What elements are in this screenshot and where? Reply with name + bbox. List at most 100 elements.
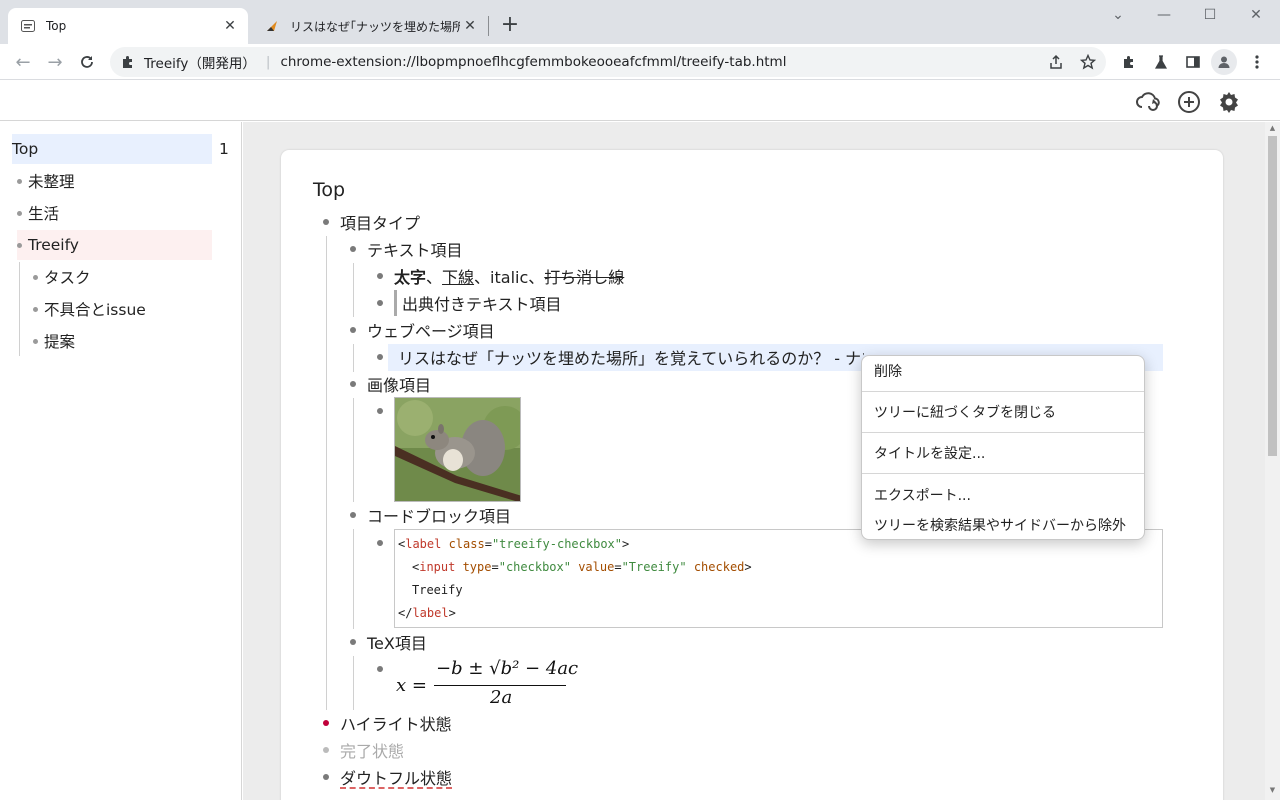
formatted-text-item[interactable]: 太字、下線 、italic、 打ち消し線 xyxy=(394,263,624,289)
tab-close-icon[interactable]: ✕ xyxy=(220,16,240,36)
sidebar-item-label: 生活 xyxy=(28,205,60,223)
browser-tabstrip: Top ✕ リスはなぜ｢ナッツを埋めた場所｣を覚 ✕ + ⌄ — ☐ ✕ xyxy=(0,0,1280,44)
bullet-icon xyxy=(17,242,22,248)
nazology-favicon-icon xyxy=(264,18,280,34)
bullet-icon[interactable] xyxy=(323,720,329,726)
bullet-icon[interactable] xyxy=(323,219,329,225)
extensions-puzzle-icon[interactable] xyxy=(1118,51,1140,73)
bullet-icon[interactable] xyxy=(350,639,356,645)
sidebar: Top 1 未整理 生活 Treeify タスク 不具合とissue 提案 xyxy=(0,122,242,800)
webpage-item[interactable]: ウェブページ項目 xyxy=(367,317,495,343)
highlight-state-item[interactable]: ハイライト状態 xyxy=(340,710,452,736)
code-string: "Treeify" xyxy=(621,560,687,574)
sidebar-item-issues[interactable]: 不具合とissue xyxy=(33,294,146,324)
italic-text: 、italic、 xyxy=(474,268,545,287)
scroll-down-icon[interactable]: ▼ xyxy=(1268,786,1277,796)
image-item[interactable]: 画像項目 xyxy=(367,371,431,397)
sidebar-item-proposals[interactable]: 提案 xyxy=(33,326,75,356)
sidebar-tree-line xyxy=(19,262,20,356)
tex-lhs: x = xyxy=(396,675,427,696)
cited-text-item[interactable]: 出典付きテキスト項目 xyxy=(394,290,562,316)
bullet-icon[interactable] xyxy=(377,540,383,546)
bullet-icon[interactable] xyxy=(323,774,329,780)
scroll-up-icon[interactable]: ▲ xyxy=(1268,124,1277,134)
bullet-icon[interactable] xyxy=(350,381,356,387)
tree-line xyxy=(353,398,354,502)
bookmark-star-icon[interactable] xyxy=(1078,52,1098,72)
reload-button[interactable] xyxy=(74,49,100,75)
settings-gear-icon[interactable] xyxy=(1216,89,1242,115)
bullet-icon[interactable] xyxy=(377,666,383,672)
tex-formula[interactable]: x = −b ± √b² − 4ac 2a xyxy=(396,658,578,710)
browser-toolbar: ← → Treeify（開発用） | chrome-extension://lb… xyxy=(0,44,1280,80)
sidebar-item-label: 不具合とissue xyxy=(44,301,146,319)
menu-item-close-tabs[interactable]: ツリーに紐づくタブを閉じる xyxy=(874,400,1056,424)
sidebar-item-life[interactable]: 生活 xyxy=(17,198,59,228)
menu-divider xyxy=(862,432,1144,433)
tree-line xyxy=(353,344,354,372)
tab-title: リスはなぜ｢ナッツを埋めた場所｣を覚 xyxy=(290,19,460,34)
sidebar-item-tasks[interactable]: タスク xyxy=(33,262,91,292)
forward-button[interactable]: → xyxy=(42,49,68,75)
share-icon[interactable] xyxy=(1046,52,1066,72)
labs-flask-icon[interactable] xyxy=(1150,51,1172,73)
browser-menu-icon[interactable] xyxy=(1246,51,1268,73)
tree-line xyxy=(353,656,354,710)
bold-text: 太字 xyxy=(394,268,427,287)
menu-item-set-title[interactable]: タイトルを設定... xyxy=(874,441,985,465)
close-window-button[interactable]: ✕ xyxy=(1233,4,1279,26)
code-tag: label xyxy=(405,537,442,551)
code-tag: label xyxy=(412,606,449,620)
menu-item-export[interactable]: エクスポート... xyxy=(874,483,971,507)
code-line: <input type="checkbox" value="Treeify" c… xyxy=(398,556,1162,579)
bullet-icon[interactable] xyxy=(350,512,356,518)
address-bar[interactable]: Treeify（開発用） | chrome-extension://lbopmp… xyxy=(110,47,1106,77)
code-punct: > xyxy=(622,537,630,551)
sidebar-item-treeify[interactable]: Treeify xyxy=(17,230,212,260)
code-attr: value xyxy=(570,560,615,574)
sidebar-item-label: Top xyxy=(12,140,39,158)
page-title[interactable]: Top xyxy=(313,176,345,204)
sidebar-item-unsorted[interactable]: 未整理 xyxy=(17,166,75,196)
squirrel-image[interactable] xyxy=(394,397,521,502)
bullet-icon[interactable] xyxy=(377,273,383,279)
add-circle-icon[interactable] xyxy=(1176,89,1202,115)
sidebar-item-count: 1 xyxy=(219,140,229,158)
code-block[interactable]: <label class="treeify-checkbox"> <input … xyxy=(394,529,1163,628)
maximize-button[interactable]: ☐ xyxy=(1187,4,1233,26)
codeblock-item[interactable]: コードブロック項目 xyxy=(367,502,511,528)
side-panel-icon[interactable] xyxy=(1182,51,1204,73)
bullet-icon xyxy=(17,178,22,184)
sidebar-item-top[interactable]: Top xyxy=(12,134,212,164)
new-tab-button[interactable]: + xyxy=(498,14,522,38)
bullet-icon[interactable] xyxy=(377,408,383,414)
tab-close-icon[interactable]: ✕ xyxy=(460,16,480,36)
item-types[interactable]: 項目タイプ xyxy=(340,209,420,235)
bullet-icon[interactable] xyxy=(323,747,329,753)
bullet-icon[interactable] xyxy=(377,300,383,306)
code-punct: > xyxy=(744,560,752,574)
webpage-title: リスはなぜ「ナッツを埋めた場所」を覚えていられるのか？ - ナゾロジ xyxy=(398,349,864,368)
bullet-icon[interactable] xyxy=(350,327,356,333)
tab-squirrel-article[interactable]: リスはなぜ｢ナッツを埋めた場所｣を覚 ✕ xyxy=(252,8,488,44)
tab-top[interactable]: Top ✕ xyxy=(8,8,248,44)
menu-item-delete[interactable]: 削除 xyxy=(874,359,902,383)
completed-state-item[interactable]: 完了状態 xyxy=(340,737,404,763)
doubtful-state-item[interactable]: ダウトフル状態 xyxy=(340,764,452,790)
sidebar-item-label: 提案 xyxy=(44,333,76,351)
bullet-icon[interactable] xyxy=(350,246,356,252)
text-item[interactable]: テキスト項目 xyxy=(367,236,463,262)
menu-item-exclude[interactable]: ツリーを検索結果やサイドバーから除外 xyxy=(874,513,1126,537)
tex-item[interactable]: TeX項目 xyxy=(367,629,427,655)
tab-search-icon[interactable]: ⌄ xyxy=(1095,4,1141,26)
webpage-link-item[interactable]: リスはなぜ「ナッツを埋めた場所」を覚えていられるのか？ - ナゾロジ xyxy=(394,344,864,370)
minimize-button[interactable]: — xyxy=(1141,4,1187,26)
profile-avatar-icon[interactable] xyxy=(1211,49,1237,75)
omnibox-divider: | xyxy=(265,54,271,70)
extension-puzzle-icon xyxy=(123,56,132,68)
cloud-sync-icon[interactable] xyxy=(1136,89,1162,115)
main-scrollbar[interactable]: ▲ ▼ xyxy=(1265,122,1280,800)
bullet-icon[interactable] xyxy=(377,354,383,360)
back-button[interactable]: ← xyxy=(10,49,36,75)
scrollbar-thumb[interactable] xyxy=(1268,136,1277,456)
